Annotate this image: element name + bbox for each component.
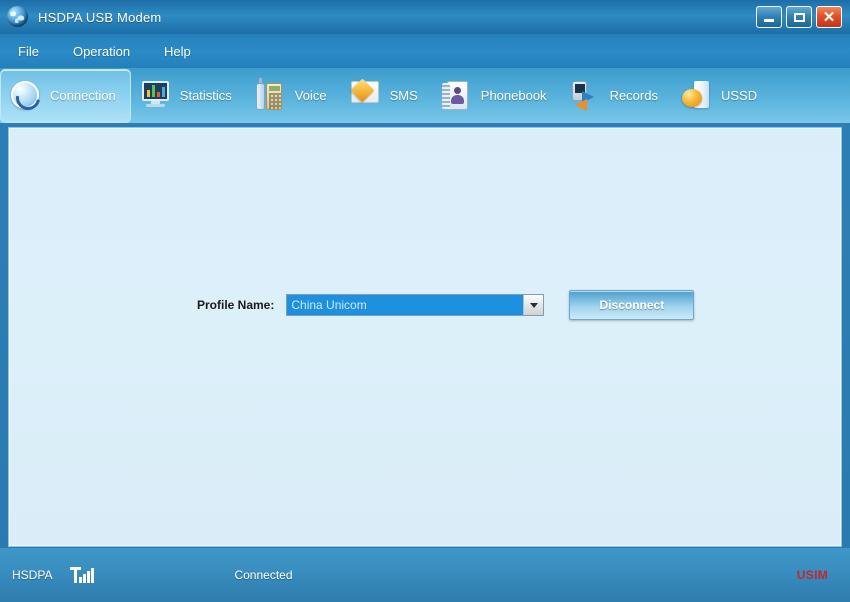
phonebook-contacts-icon bbox=[441, 80, 472, 111]
profile-name-selected-value: China Unicom bbox=[287, 295, 524, 315]
sim-type-label: USIM bbox=[796, 568, 828, 582]
tab-records[interactable]: Records bbox=[561, 69, 672, 122]
signal-strength-icon bbox=[70, 565, 95, 585]
menu-item-operation[interactable]: Operation bbox=[73, 44, 130, 59]
chevron-down-icon[interactable] bbox=[523, 295, 544, 315]
profile-name-label: Profile Name: bbox=[197, 298, 275, 312]
tab-records-label: Records bbox=[609, 88, 658, 103]
tab-statistics[interactable]: Statistics bbox=[131, 69, 246, 122]
maximize-button[interactable] bbox=[786, 6, 812, 28]
tab-sms[interactable]: SMS bbox=[341, 69, 432, 122]
voice-phone-icon bbox=[255, 77, 286, 111]
tab-phonebook-label: Phonebook bbox=[480, 88, 547, 103]
menu-item-file[interactable]: File bbox=[18, 44, 39, 59]
records-transfer-icon bbox=[571, 80, 601, 111]
disconnect-button[interactable]: Disconnect bbox=[569, 290, 695, 320]
statistics-monitor-chart-icon bbox=[141, 80, 171, 111]
status-bar: HSDPA Connected USIM bbox=[0, 548, 850, 602]
ussd-sphere-icon bbox=[681, 80, 712, 111]
connection-panel: Profile Name: China Unicom Disconnect bbox=[8, 127, 842, 547]
window-title: HSDPA USB Modem bbox=[38, 9, 162, 25]
tab-sms-label: SMS bbox=[389, 88, 418, 103]
application-window: HSDPA USB Modem ✕ File Operation Help Co… bbox=[0, 0, 850, 602]
close-icon: ✕ bbox=[822, 8, 836, 26]
profile-form-row: Profile Name: China Unicom Disconnect bbox=[197, 290, 695, 320]
maximize-icon bbox=[793, 12, 805, 22]
toolbar-tabs: Connection Statistics Voice SMS Phoneboo… bbox=[0, 68, 850, 123]
connection-refresh-icon bbox=[11, 80, 41, 111]
menu-bar: File Operation Help bbox=[0, 34, 850, 68]
profile-name-select[interactable]: China Unicom bbox=[286, 294, 545, 316]
minimize-button[interactable] bbox=[756, 6, 782, 28]
minimize-icon bbox=[764, 19, 774, 22]
tab-ussd-label: USSD bbox=[720, 88, 758, 103]
close-button[interactable]: ✕ bbox=[816, 6, 842, 28]
tab-ussd[interactable]: USSD bbox=[672, 69, 771, 122]
window-controls: ✕ bbox=[756, 6, 842, 28]
tab-statistics-label: Statistics bbox=[179, 88, 232, 103]
sms-envelope-icon bbox=[350, 77, 381, 111]
tab-connection-label: Connection bbox=[50, 88, 116, 103]
network-type-label: HSDPA bbox=[12, 568, 53, 582]
connection-state-label: Connected bbox=[234, 568, 293, 582]
tab-voice-label: Voice bbox=[294, 88, 327, 103]
tab-voice[interactable]: Voice bbox=[246, 69, 341, 122]
app-globe-icon bbox=[6, 5, 30, 29]
title-bar: HSDPA USB Modem ✕ bbox=[0, 0, 850, 34]
tab-connection[interactable]: Connection bbox=[0, 68, 131, 123]
menu-item-help[interactable]: Help bbox=[164, 44, 191, 59]
tab-phonebook[interactable]: Phonebook bbox=[432, 69, 561, 122]
